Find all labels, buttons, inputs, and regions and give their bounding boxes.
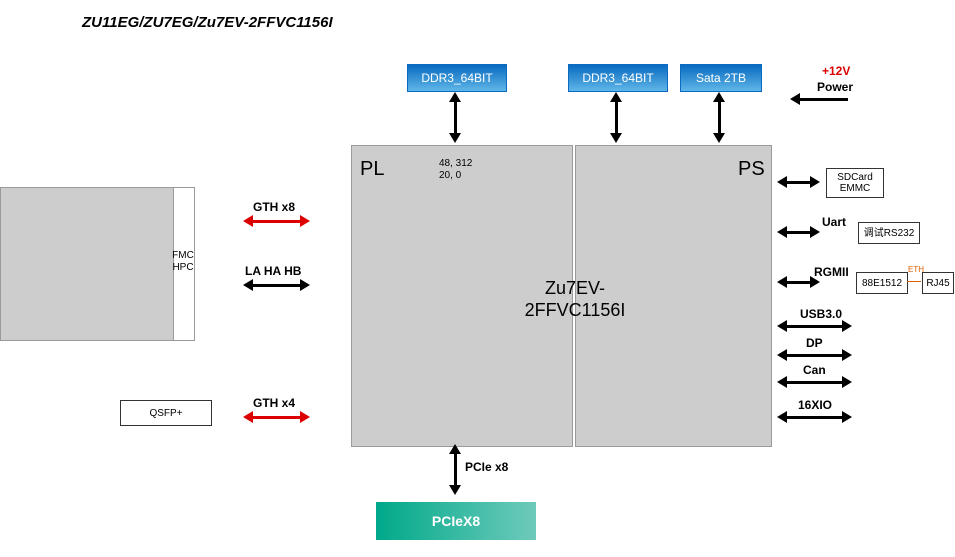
arrow-right-icon — [300, 411, 310, 423]
arrow-down-icon — [449, 485, 461, 495]
arrow-line-icon — [786, 381, 842, 384]
coords-row2: 20, 0 — [439, 170, 461, 181]
arrow-left-icon — [777, 276, 787, 288]
rs232-box: 调试RS232 — [858, 222, 920, 244]
arrow-line-icon — [798, 98, 848, 101]
arrow-line-icon — [786, 231, 810, 234]
arrow-line-icon — [454, 100, 457, 135]
gth-x4-label: GTH x4 — [253, 396, 295, 410]
arrow-line-icon — [786, 416, 842, 419]
arrow-left-icon — [777, 320, 787, 332]
fmc-label-2: HPC — [172, 262, 194, 273]
arrow-right-icon — [810, 226, 820, 238]
arrow-up-icon — [449, 444, 461, 454]
rgmii-label: RGMII — [814, 265, 849, 279]
arrow-down-icon — [449, 133, 461, 143]
arrow-up-icon — [713, 92, 725, 102]
arrow-down-icon — [610, 133, 622, 143]
phy-box: 88E1512 — [856, 272, 908, 294]
lahahb-label: LA HA HB — [245, 264, 301, 278]
uart-label: Uart — [822, 215, 846, 229]
arrow-line-icon — [718, 100, 721, 135]
sdcard-line2: EMMC — [840, 183, 871, 194]
arrow-right-icon — [842, 411, 852, 423]
arrow-line-icon — [786, 354, 842, 357]
arrow-left-icon — [243, 411, 253, 423]
coords-row1: 48, 312 — [439, 158, 472, 169]
arrow-left-icon — [777, 176, 787, 188]
pcie-box: PCIeX8 — [376, 502, 536, 540]
pl-label: PL — [360, 158, 384, 181]
diagram-title: ZU11EG/ZU7EG/Zu7EV-2FFVC1156I — [82, 14, 333, 31]
arrow-right-icon — [810, 176, 820, 188]
pcie-label: PCIe x8 — [465, 460, 508, 474]
usb-label: USB3.0 — [800, 307, 842, 321]
xio-label: 16XIO — [798, 398, 832, 412]
rj45-box: RJ45 — [922, 272, 954, 294]
sdcard-line1: SDCard — [837, 172, 873, 183]
sata-box: Sata 2TB — [680, 64, 762, 92]
power-voltage-label: +12V — [822, 64, 850, 78]
arrow-left-icon — [243, 279, 253, 291]
ddr3-ps-box: DDR3_64BIT — [568, 64, 668, 92]
arrow-line-icon — [615, 100, 618, 135]
arrow-left-icon — [777, 376, 787, 388]
arrow-line-icon — [786, 325, 842, 328]
arrow-up-icon — [610, 92, 622, 102]
arrow-left-icon — [777, 411, 787, 423]
dp-label: DP — [806, 336, 823, 350]
sdcard-box: SDCard EMMC — [826, 168, 884, 198]
ps-label: PS — [738, 158, 765, 181]
arrow-left-icon — [777, 226, 787, 238]
arrow-up-icon — [449, 92, 461, 102]
arrow-right-icon — [842, 349, 852, 361]
eth-line-icon — [907, 281, 921, 282]
qsfp-box: QSFP+ — [120, 400, 212, 426]
arrow-line-icon — [252, 220, 300, 223]
arrow-right-icon — [842, 320, 852, 332]
gth-x8-label: GTH x8 — [253, 200, 295, 214]
fmc-label-1: FMC — [172, 250, 194, 261]
power-label: Power — [817, 80, 853, 94]
arrow-line-icon — [252, 416, 300, 419]
arrow-left-icon — [777, 349, 787, 361]
chip-name-line2: 2FFVC1156I — [500, 300, 650, 321]
arrow-left-icon — [243, 215, 253, 227]
arrow-down-icon — [713, 133, 725, 143]
can-label: Can — [803, 363, 826, 377]
arrow-line-icon — [786, 181, 810, 184]
arrow-right-icon — [300, 215, 310, 227]
arrow-line-icon — [454, 452, 457, 487]
chip-name-line1: Zu7EV- — [500, 278, 650, 299]
arrow-right-icon — [300, 279, 310, 291]
arrow-line-icon — [252, 284, 300, 287]
fmc-connector-block — [0, 187, 194, 341]
arrow-left-icon — [790, 93, 800, 105]
arrow-right-icon — [842, 376, 852, 388]
ddr3-pl-box: DDR3_64BIT — [407, 64, 507, 92]
arrow-line-icon — [786, 281, 810, 284]
